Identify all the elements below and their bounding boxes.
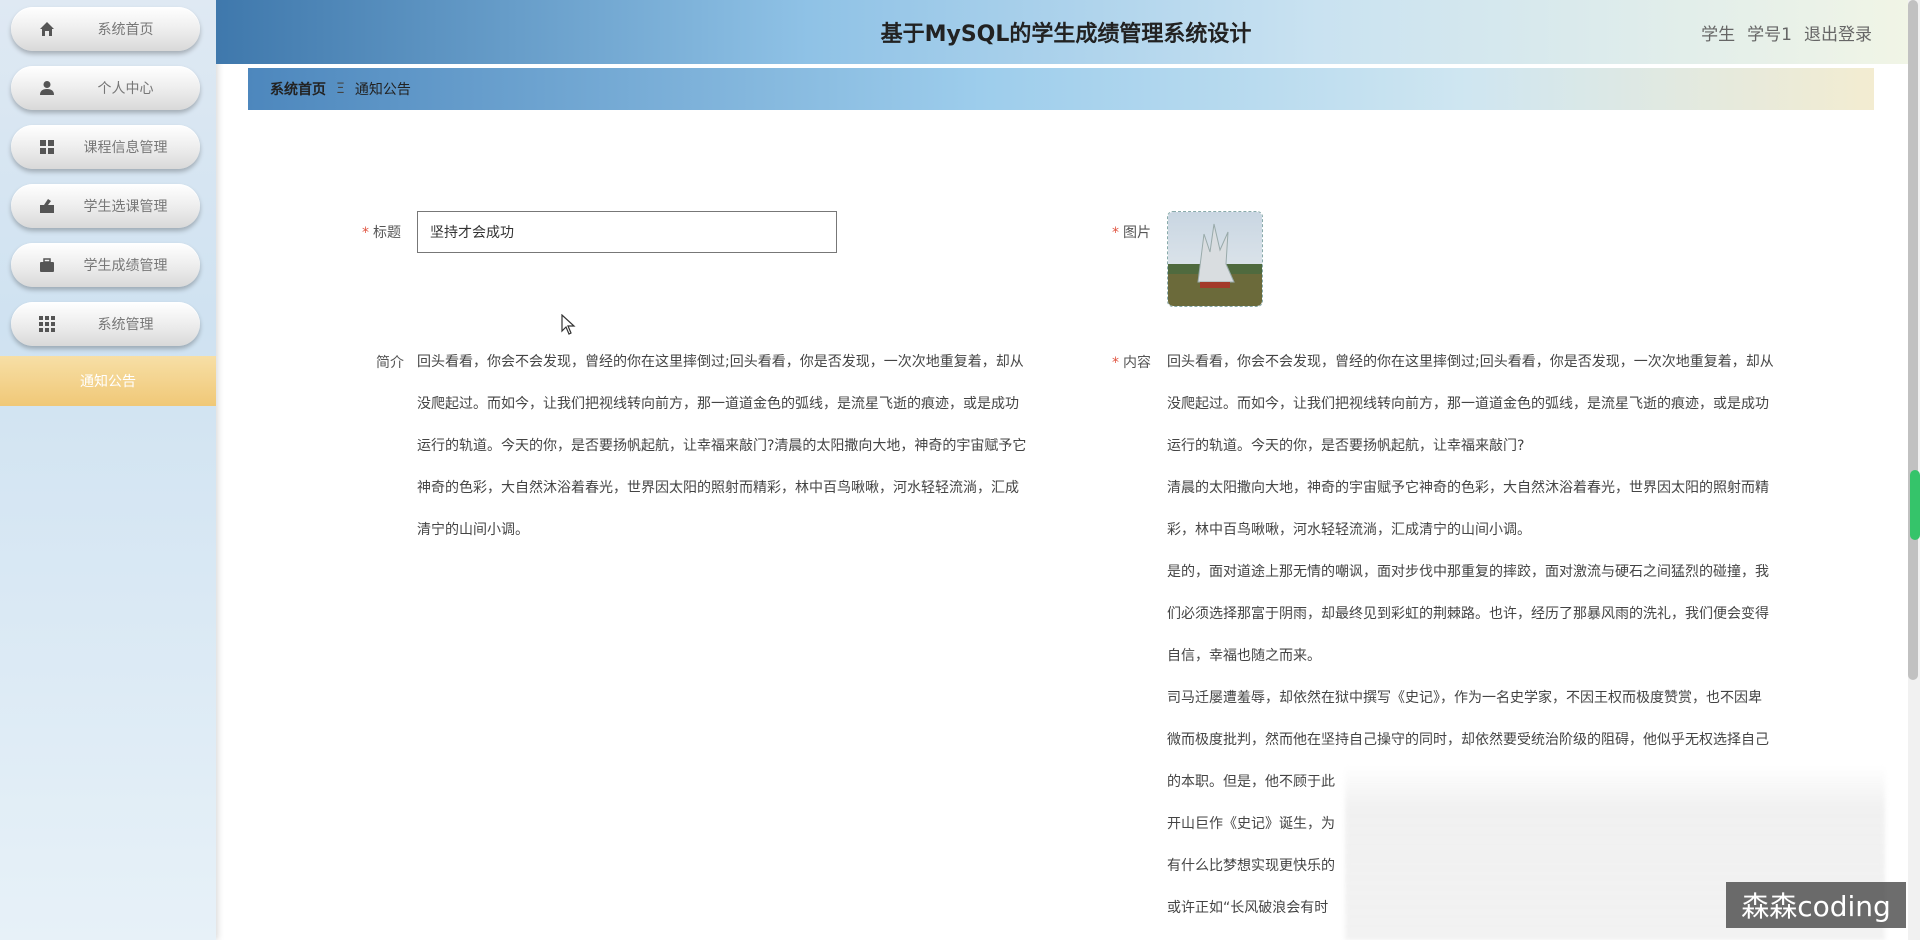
logout-link[interactable]: 退出登录 bbox=[1804, 20, 1872, 45]
mouse-cursor-icon bbox=[561, 313, 577, 340]
sidebar-item-course-selection[interactable]: 学生选课管理 bbox=[11, 184, 200, 228]
sidebar-item-personal-center[interactable]: 个人中心 bbox=[11, 66, 200, 110]
home-icon bbox=[38, 20, 56, 38]
title-input[interactable] bbox=[417, 211, 837, 253]
content-line: 司马迁屡遭羞辱，却依然在狱中撰写《史记》，作为一名史学家，不因王权而极度赞赏，也… bbox=[1167, 690, 1762, 706]
user-name: 学号1 bbox=[1747, 25, 1792, 45]
summary-line: 清宁的山间小调。 bbox=[417, 522, 529, 538]
summary-line: 运行的轨道。今天的你，是否要扬帆起航，让幸福来敲门?清晨的太阳撒向大地，神奇的宇… bbox=[417, 438, 1027, 454]
content-label: * 内容 bbox=[1112, 355, 1151, 371]
breadcrumb: 系统首页 Ξ 通知公告 bbox=[248, 68, 1874, 110]
summary-line: 神奇的色彩，大自然沐浴着春光，世界因太阳的照射而精彩，林中百鸟啾啾，河水轻轻流淌… bbox=[417, 480, 1019, 496]
sidebar-item-notice[interactable]: 通知公告 bbox=[0, 356, 216, 406]
sidebar-item-grades[interactable]: 学生成绩管理 bbox=[11, 243, 200, 287]
sculpture-image bbox=[1168, 212, 1262, 306]
briefcase-icon bbox=[38, 256, 56, 274]
content-line: 微而极度批判，然而他在坚持自己操守的同时，却依然要受统治阶级的阻碍，他似乎无权选… bbox=[1167, 732, 1769, 748]
grid-icon bbox=[38, 138, 56, 156]
sidebar-item-label: 课程信息管理 bbox=[83, 140, 168, 156]
sidebar-item-label: 学生成绩管理 bbox=[83, 258, 168, 274]
user-box: 学生 学号1 退出登录 bbox=[1701, 20, 1872, 45]
image-upload[interactable] bbox=[1167, 211, 1263, 307]
content-line: 自信，幸福也随之而来。 bbox=[1167, 648, 1321, 664]
breadcrumb-home[interactable]: 系统首页 bbox=[270, 79, 326, 99]
summary-text: 回头看看，你会不会发现，曾经的你在这里摔倒过;回头看看，你是否发现，一次次地重复… bbox=[417, 341, 1067, 551]
user-icon bbox=[38, 79, 56, 97]
title-label: * 标题 bbox=[362, 225, 401, 241]
sidebar-item-system[interactable]: 系统管理 bbox=[11, 302, 200, 346]
image-label: * 图片 bbox=[1112, 225, 1151, 241]
content-line: 运行的轨道。今天的你，是否要扬帆起航，让幸福来敲门? bbox=[1167, 438, 1525, 454]
sidebar-item-label: 个人中心 bbox=[97, 81, 154, 97]
sidebar-item-course-info[interactable]: 课程信息管理 bbox=[11, 125, 200, 169]
summary-line: 回头看看，你会不会发现，曾经的你在这里摔倒过;回头看看，你是否发现，一次次地重复… bbox=[417, 354, 1024, 370]
breadcrumb-current: 通知公告 bbox=[354, 82, 411, 98]
content-line: 没爬起过。而如今，让我们把视线转向前方，那一道道金色的弧线，是流星飞逝的痕迹，或… bbox=[1167, 396, 1769, 412]
sidebar-item-home[interactable]: 系统首页 bbox=[11, 7, 200, 51]
sidebar-item-label: 系统首页 bbox=[97, 22, 154, 38]
summary-label: 简介 bbox=[376, 355, 404, 371]
sidebar-item-label: 系统管理 bbox=[97, 317, 154, 333]
sidebar-item-label: 学生选课管理 bbox=[83, 199, 168, 215]
content-line: 彩，林中百鸟啾啾，河水轻轻流淌，汇成清宁的山间小调。 bbox=[1167, 522, 1531, 538]
scrollbar-thumb[interactable] bbox=[1908, 0, 1918, 680]
summary-line: 没爬起过。而如今，让我们把视线转向前方，那一道道金色的弧线，是流星飞逝的痕迹，或… bbox=[417, 396, 1019, 412]
app-title: 基于MySQL的学生成绩管理系统设计 bbox=[880, 22, 1252, 47]
watermark: 森森coding bbox=[1726, 882, 1906, 928]
course-select-icon bbox=[38, 197, 56, 215]
content-line: 是的，面对道途上那无情的嘲讽，面对步伐中那重复的摔跤，面对激流与硬石之间猛烈的碰… bbox=[1167, 564, 1769, 580]
breadcrumb-separator: Ξ bbox=[336, 81, 345, 97]
content-line: 清晨的太阳撒向大地，神奇的宇宙赋予它神奇的色彩，大自然沐浴着春光，世界因太阳的照… bbox=[1167, 480, 1769, 496]
content-line: 们必须选择那富于阴雨，却最终见到彩虹的荆棘路。也许，经历了那暴风雨的洗礼，我们便… bbox=[1167, 606, 1769, 622]
content-line: 回头看看，你会不会发现，曾经的你在这里摔倒过;回头看看，你是否发现，一次次地重复… bbox=[1167, 354, 1774, 370]
sidebar: 系统首页 个人中心 课程信息管理 学生选课管理 学生成绩管理 系统管理 通知公告 bbox=[0, 0, 216, 940]
apps-icon bbox=[38, 315, 56, 333]
user-role: 学生 bbox=[1701, 25, 1736, 45]
scroll-indicator bbox=[1910, 470, 1920, 540]
